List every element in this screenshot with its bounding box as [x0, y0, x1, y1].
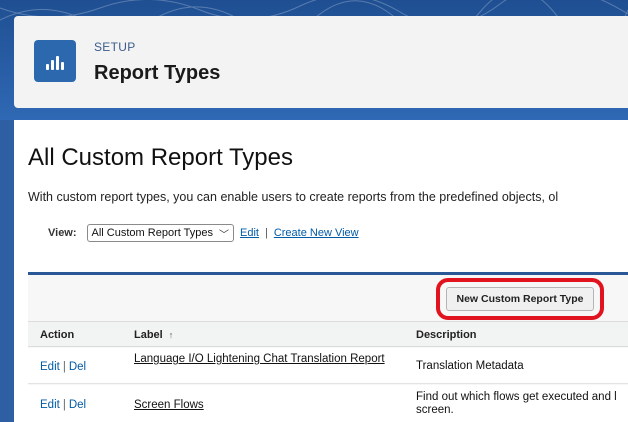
row-actions: Edit | Del	[40, 361, 86, 373]
main-content: All Custom Report Types With custom repo…	[14, 120, 628, 422]
report-type-label-link[interactable]: Screen Flows	[134, 399, 394, 412]
report-type-description: Find out which flows get executed and l …	[416, 391, 617, 416]
delete-link[interactable]: Del	[69, 361, 86, 373]
column-header-action: Action	[40, 329, 75, 341]
create-new-view-link[interactable]: Create New View	[274, 227, 359, 239]
column-header-label-text: Label	[134, 329, 163, 341]
highlight-annotation	[436, 278, 604, 320]
report-type-label-link[interactable]: Language I/O Lightening Chat Translation…	[134, 353, 394, 366]
action-separator: |	[62, 399, 66, 411]
view-select[interactable]: All Custom Report Types ﹀	[86, 224, 234, 242]
view-select-value: All Custom Report Types	[91, 227, 213, 239]
report-types-table: New Custom Report Type Action Label ↑ Des…	[28, 272, 628, 422]
table-row: Edit | Del Language I/O Lightening Chat …	[28, 348, 628, 384]
table-row: Edit | Del Screen Flows Find out which f…	[28, 385, 628, 422]
setup-header: SETUP Report Types	[14, 16, 628, 108]
report-type-description: Translation Metadata	[416, 360, 524, 372]
sort-ascending-icon: ↑	[168, 330, 174, 340]
delete-link[interactable]: Del	[69, 399, 86, 411]
column-header-label[interactable]: Label ↑	[134, 329, 173, 341]
intro-text: With custom report types, you can enable…	[28, 190, 559, 204]
edit-link[interactable]: Edit	[40, 361, 60, 373]
link-separator: |	[264, 227, 268, 239]
view-selector-row: View: All Custom Report Types ﹀ Edit | C…	[48, 224, 359, 242]
edit-view-link[interactable]: Edit	[240, 227, 259, 239]
table-header: Action Label ↑ Description	[28, 321, 628, 347]
report-chart-icon	[34, 40, 76, 82]
page-title: Report Types	[94, 62, 221, 84]
table-button-row: New Custom Report Type	[28, 275, 628, 320]
view-label: View:	[48, 227, 77, 239]
section-heading: All Custom Report Types	[28, 144, 293, 171]
edit-link[interactable]: Edit	[40, 399, 60, 411]
header-eyebrow: SETUP	[94, 40, 136, 54]
row-actions: Edit | Del	[40, 399, 86, 411]
action-separator: |	[62, 361, 66, 373]
chevron-down-icon: ﹀	[219, 229, 229, 241]
column-header-description: Description	[416, 329, 477, 341]
